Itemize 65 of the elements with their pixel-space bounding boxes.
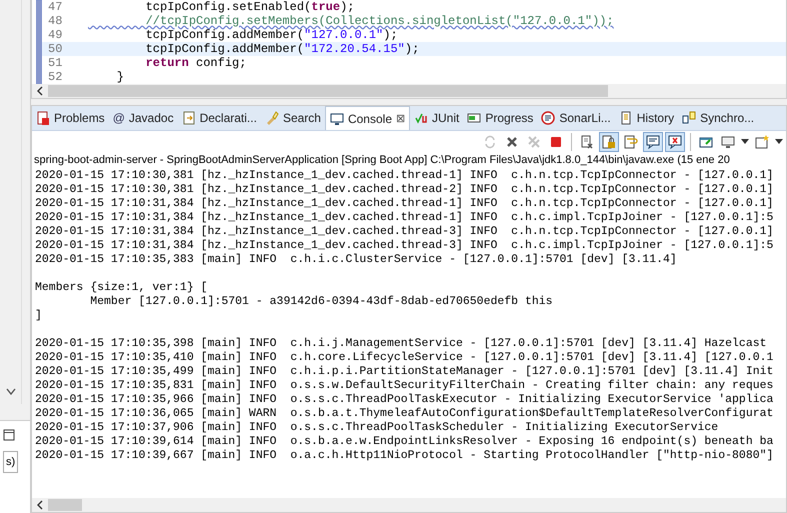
view-tab[interactable]: Problems	[32, 106, 109, 130]
console-line: 2020-01-15 17:10:35,499 [main] INFO c.h.i.p.i.PartitionStateManager - [127.0.0.1]:5701 [dev] [3.11.4] Init	[35, 365, 774, 379]
console-line: 2020-01-15 17:10:35,410 [main] INFO c.h.core.LifecycleService - [127.0.0.1]:5701 [dev] [3.11.4] [127.0.0.1	[35, 351, 774, 365]
horizontal-scrollbar[interactable]	[32, 498, 786, 512]
close-icon[interactable]: ⊠	[396, 112, 405, 125]
junit-icon	[414, 111, 428, 125]
console-line: 2020-01-15 17:10:31,384 [hz._hzInstance_1_dev.cached.thread-1] INFO c.h.n.tcp.TcpIpConnector - [127.0.0.1]	[35, 197, 774, 211]
view-tab[interactable]: History	[614, 106, 678, 130]
maximize-icon[interactable]	[3, 429, 15, 441]
console-line: Member [127.0.0.1]:5701 - a39142d6-0394-43df-8dab-ed70650edefb this	[89, 295, 554, 309]
history-icon	[618, 111, 633, 125]
view-tab[interactable]: Console ⊠	[324, 106, 410, 130]
line-number: 51	[47, 56, 64, 70]
scrollbar-thumb[interactable]	[48, 499, 82, 511]
line-number: 49	[47, 28, 64, 42]
code-line: }	[116, 70, 124, 84]
console-line: 2020-01-15 17:10:30,381 [hz._hzInstance_1_dev.cached.thread-2] INFO c.h.n.tcp.TcpIpConnector - [127.0.0.1]	[35, 183, 774, 197]
console-line: Members {size:1, ver:1} [	[35, 281, 209, 295]
scrollbar-thumb[interactable]	[48, 85, 608, 97]
sync-icon	[682, 111, 696, 125]
stderr-icon[interactable]	[665, 132, 685, 152]
stdout-icon[interactable]	[643, 132, 663, 152]
console-line: 2020-01-15 17:10:31,384 [hz._hzInstance_1_dev.cached.thread-3] INFO c.h.n.tcp.TcpIpConnector - [127.0.0.1]	[35, 225, 774, 239]
chevron-down-icon[interactable]	[6, 388, 16, 396]
view-tab[interactable]: JUnit	[410, 106, 464, 130]
code-line: tcpIpConfig.addMember("127.0.0.1");	[144, 28, 398, 42]
console-line: 2020-01-15 17:10:35,398 [main] INFO c.h.i.j.ManagementService - [127.0.0.1]:5701 [dev] [3.11.4] Hazelcast	[35, 337, 768, 351]
sonar-icon	[541, 111, 556, 125]
scroll-left-icon[interactable]	[36, 500, 44, 510]
code-line: tcpIpConfig.setEnabled(true);	[144, 0, 354, 14]
at-sign-icon: @	[112, 111, 125, 125]
view-tab[interactable]: @ Javadoc	[108, 106, 178, 130]
console-line: 2020-01-15 17:10:31,384 [hz._hzInstance_1_dev.cached.thread-1] INFO c.h.c.impl.TcpIpJoiner - [127.0.0.1]:5	[35, 211, 774, 225]
monitor-icon	[330, 112, 344, 126]
code-line: return config;	[144, 56, 246, 70]
console-line: 2020-01-15 17:10:39,614 [main] INFO o.s.b.a.e.w.EndpointLinksResolver - Exposing 16 endpoint(s) beneath ba	[35, 435, 774, 449]
line-number: 52	[47, 70, 64, 84]
view-tab[interactable]: Search	[260, 106, 325, 130]
view-tab[interactable]: SonarLi...	[537, 106, 615, 130]
scroll-lock-icon[interactable]	[599, 132, 619, 152]
console-header: spring-boot-admin-server - SpringBootAdminServerApplication [Spring Boot App] C:\Program Files\Java\jdk1.8.0_144\bin\javaw.exe (15 ene 20	[33, 153, 731, 167]
console-line: 2020-01-15 17:10:35,966 [main] INFO o.s.s.c.ThreadPoolTaskExecutor - Initializing ExecutorService 'applica	[35, 393, 774, 407]
console-line: 2020-01-15 17:10:35,383 [main] INFO c.h.i.c.ClusterService - [127.0.0.1]:5701 [dev] [3.11.4]	[35, 253, 678, 267]
line-number: 47	[47, 0, 64, 14]
side-field[interactable]: s)	[3, 451, 18, 473]
console-line: 2020-01-15 17:10:31,384 [hz._hzInstance_1_dev.cached.thread-3] INFO c.h.c.impl.TcpIpJoiner - [127.0.0.1]:5	[35, 239, 774, 253]
scroll-left-icon[interactable]	[36, 86, 44, 96]
document-icon	[182, 111, 196, 125]
problems-icon	[36, 111, 50, 125]
console-line: 2020-01-15 17:10:39,667 [main] INFO o.a.c.h.Http11NioProtocol - Starting ProtocolHandler ["http-nio-8080"]	[35, 449, 774, 463]
line-number: 48	[47, 14, 64, 28]
horizontal-scrollbar[interactable]	[32, 84, 786, 98]
code-line: //tcpIpConfig.setMembers(Collections.singletonList("127.0.0.1"));	[144, 14, 614, 28]
console-line: 2020-01-15 17:10:35,831 [main] INFO o.s.s.w.DefaultSecurityFilterChain - Creating filter chain: any reques	[35, 379, 774, 393]
console-line: 2020-01-15 17:10:37,906 [main] INFO o.s.s.c.ThreadPoolTaskScheduler - Initializing ExecutorService	[35, 421, 720, 435]
progress-icon	[467, 111, 482, 125]
line-number: 50	[47, 42, 64, 56]
view-tab[interactable]: Synchro...	[678, 106, 758, 130]
code-line: tcpIpConfig.addMember("172.20.54.15");	[144, 42, 420, 56]
console-line: ]	[35, 309, 43, 323]
console-line: 2020-01-15 17:10:36,065 [main] WARN o.s.b.a.t.ThymeleafAutoConfiguration$DefaultTemplateResolverConfigurat	[35, 407, 774, 421]
console-line: 2020-01-15 17:10:30,381 [hz._hzInstance_1_dev.cached.thread-1] INFO c.h.n.tcp.TcpIpConnector - [127.0.0.1]	[35, 169, 774, 183]
view-tab[interactable]: Progress	[463, 106, 538, 130]
view-tab[interactable]: Declarati...	[178, 106, 261, 130]
flashlight-icon	[264, 111, 279, 125]
